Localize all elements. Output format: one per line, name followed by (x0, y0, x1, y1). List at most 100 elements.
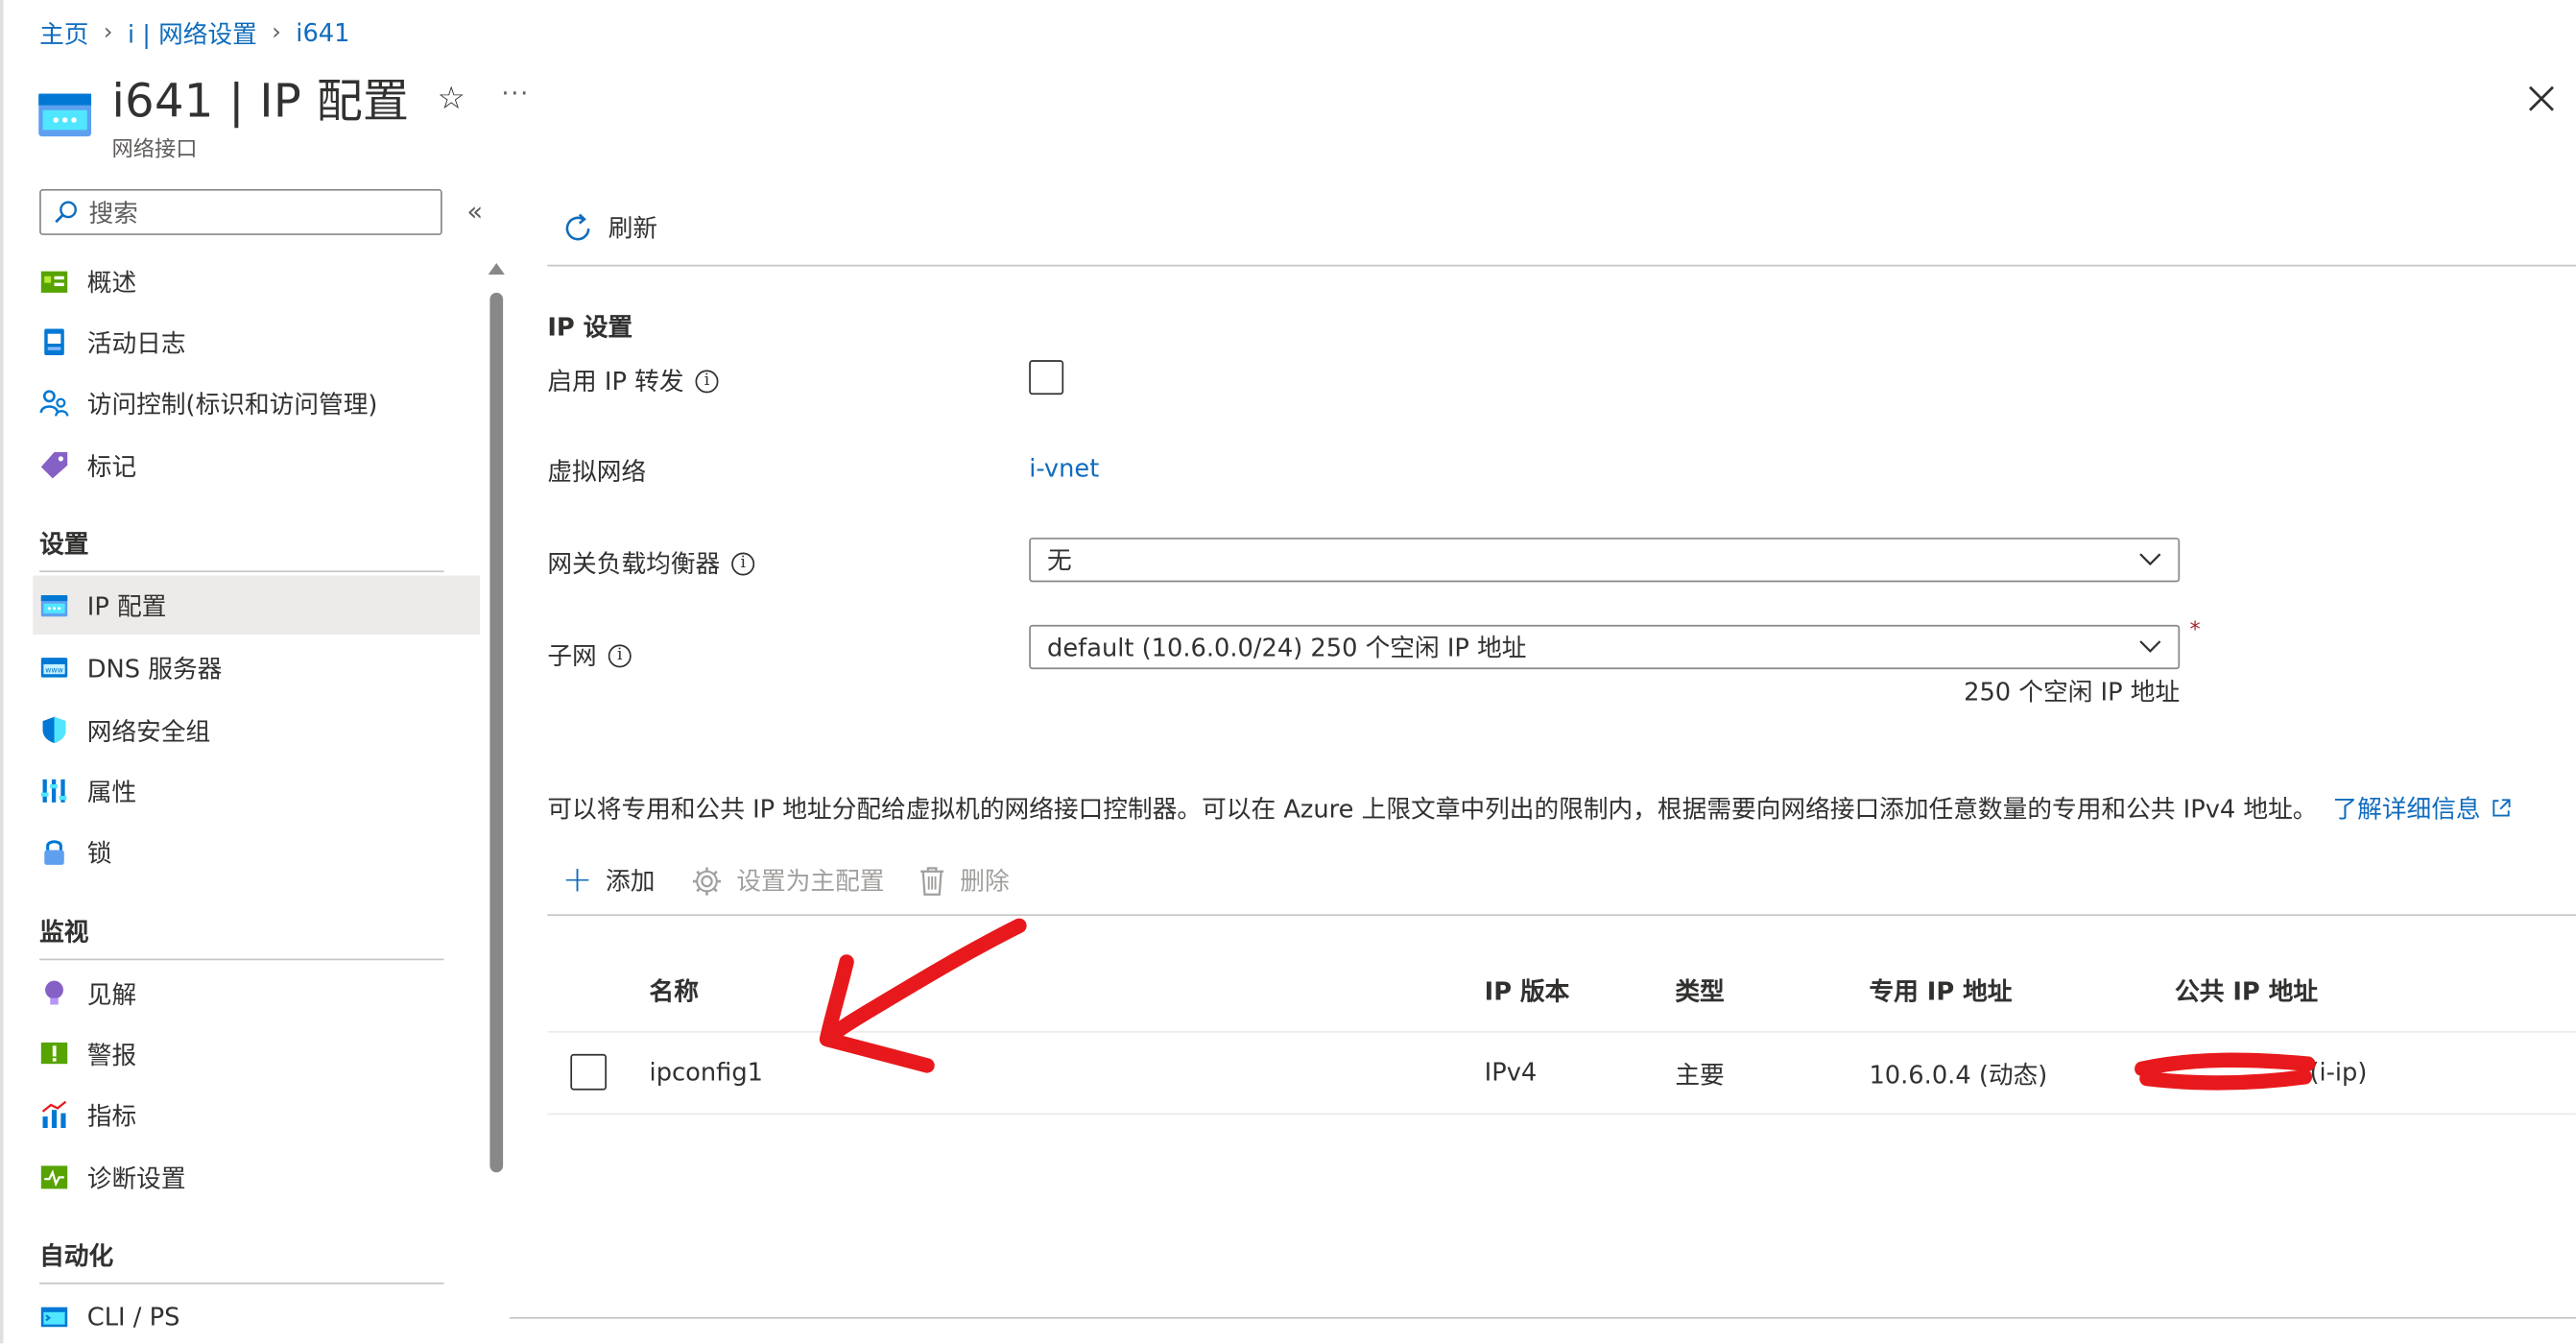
section-heading: IP 设置 (547, 312, 633, 343)
divider (547, 264, 2576, 267)
sidebar-item-iam[interactable]: 访问控制(标识和访问管理) (33, 373, 480, 433)
sidebar-section-automation: 自动化 (39, 1241, 114, 1271)
chevron-down-icon (2139, 553, 2161, 566)
sidebar-item-locks[interactable]: 锁 (33, 822, 480, 881)
ip-forwarding-checkbox[interactable] (1029, 360, 1064, 396)
subnet-label: 子网 i (547, 638, 632, 673)
activity-log-icon (44, 328, 64, 355)
sidebar-item-dns[interactable]: www DNS 服务器 (33, 638, 480, 698)
sidebar-item-alerts[interactable]: 警报 (33, 1024, 480, 1084)
sidebar-item-ip-config[interactable]: IP 配置 (33, 575, 481, 636)
subnet-value: default (10.6.0.0/24) 250 个空闲 IP 地址 (1047, 633, 1527, 663)
search-placeholder: 搜索 (88, 198, 138, 228)
sidebar-section-settings: 设置 (39, 529, 89, 560)
sidebar-item-label: 指标 (86, 1100, 137, 1131)
column-header-ip-version[interactable]: IP 版本 (1485, 973, 1570, 1008)
cli-icon (40, 1307, 68, 1328)
star-icon[interactable]: ☆ (438, 81, 465, 117)
delete-button[interactable]: 删除 (918, 863, 1010, 898)
row-checkbox[interactable] (570, 1053, 608, 1091)
scroll-up-arrow[interactable] (488, 263, 505, 276)
set-primary-button[interactable]: 设置为主配置 (690, 863, 885, 898)
alert-icon (40, 1042, 68, 1065)
sidebar-item-label: 标记 (86, 451, 137, 481)
info-icon[interactable]: i (695, 369, 719, 393)
gateway-lb-select[interactable]: 无 (1029, 538, 2181, 583)
ellipsis-icon[interactable]: ··· (501, 79, 530, 108)
sidebar-item-label: 活动日志 (86, 327, 186, 358)
divider (39, 958, 444, 961)
column-header-type[interactable]: 类型 (1675, 973, 1724, 1008)
chevron-down-icon (2139, 640, 2161, 653)
sidebar-item-label: DNS 服务器 (86, 653, 223, 684)
search-icon (55, 201, 77, 224)
subnet-select[interactable]: default (10.6.0.0/24) 250 个空闲 IP 地址 (1029, 624, 2181, 670)
divider (39, 570, 444, 573)
info-icon[interactable]: i (608, 643, 632, 667)
left-border (0, 0, 4, 1344)
divider (547, 1113, 2576, 1116)
shield-icon (42, 716, 66, 744)
sidebar-item-label: IP 配置 (86, 590, 167, 621)
breadcrumb-parent[interactable]: i | 网络设置 (128, 15, 257, 50)
label-text: 启用 IP 转发 (547, 366, 684, 396)
sidebar-item-label: 网络安全组 (86, 715, 211, 746)
sidebar-item-label: CLI / PS (86, 1302, 180, 1332)
external-link-icon (2493, 799, 2511, 817)
diagnostics-icon (40, 1165, 68, 1189)
sidebar-item-label: 概述 (86, 267, 137, 298)
search-input[interactable]: 搜索 (39, 188, 442, 235)
page-subtitle: 网络接口 (111, 137, 198, 163)
private-ip-cell: 10.6.0.4 (动态) (1869, 1060, 2048, 1091)
column-header-public-ip[interactable]: 公共 IP 地址 (2175, 973, 2318, 1008)
add-button[interactable]: + 添加 (561, 858, 656, 900)
sidebar-item-metrics[interactable]: 指标 (33, 1085, 480, 1144)
vnet-link[interactable]: i-vnet (1029, 454, 1099, 484)
sidebar-item-label: 诊断设置 (86, 1163, 186, 1193)
red-arrow-annotation (819, 918, 1027, 1073)
azure-portal-page: 主页 › i | 网络设置 › i641 i641 | IP 配置 网络接口 ☆… (0, 0, 2576, 1344)
sidebar-item-label: 警报 (86, 1040, 137, 1070)
divider (547, 1030, 2576, 1033)
sidebar-scrollbar-thumb[interactable] (489, 292, 504, 1173)
sidebar-item-cli[interactable]: CLI / PS (33, 1287, 480, 1344)
column-header-private-ip[interactable]: 专用 IP 地址 (1869, 973, 2012, 1008)
sidebar-item-properties[interactable]: 属性 (33, 761, 480, 821)
collapse-sidebar-button[interactable]: « (466, 196, 483, 228)
tag-icon (40, 452, 68, 479)
column-header-name[interactable]: 名称 (650, 973, 699, 1008)
metrics-icon (41, 1100, 67, 1128)
network-interface-icon (38, 93, 92, 137)
ip-config-icon (40, 595, 68, 617)
svg-text:www: www (45, 666, 63, 675)
trash-icon (920, 866, 944, 896)
sidebar-item-label: 见解 (86, 978, 137, 1009)
info-icon[interactable]: i (731, 551, 755, 575)
ipconfig-name-link[interactable]: ipconfig1 (650, 1057, 763, 1087)
sidebar-item-nsg[interactable]: 网络安全组 (33, 701, 480, 760)
label-text: 子网 (547, 640, 597, 671)
learn-more-label: 了解详细信息 (2332, 794, 2481, 825)
breadcrumb: 主页 › i | 网络设置 › i641 (39, 16, 349, 49)
sidebar-item-overview[interactable]: 概述 (33, 252, 480, 311)
sidebar-item-tags[interactable]: 标记 (33, 436, 480, 495)
refresh-button[interactable]: 刷新 (562, 210, 657, 245)
sidebar-item-insights[interactable]: 见解 (33, 964, 480, 1023)
sidebar-item-diagnostics[interactable]: 诊断设置 (33, 1148, 480, 1208)
close-icon[interactable] (2525, 83, 2558, 115)
refresh-label: 刷新 (608, 213, 658, 244)
chevron-right-icon: › (103, 19, 113, 46)
page-title: i641 | IP 配置 (111, 74, 410, 129)
sidebar-item-label: 锁 (86, 837, 112, 868)
gateway-lb-value: 无 (1047, 545, 1072, 576)
learn-more-link[interactable]: 了解详细信息 (2332, 791, 2512, 826)
plus-icon: + (561, 858, 593, 900)
sidebar-item-activity-log[interactable]: 活动日志 (33, 312, 480, 372)
public-ip-cell[interactable]: (i-ip) (2309, 1057, 2367, 1087)
description-text: 可以将专用和公共 IP 地址分配给虚拟机的网络接口控制器。可以在 Azure 上… (547, 794, 2318, 825)
breadcrumb-home[interactable]: 主页 (39, 15, 88, 50)
breadcrumb-current[interactable]: i641 (296, 18, 349, 48)
iam-icon (39, 390, 69, 417)
chevron-right-icon: › (272, 19, 281, 46)
properties-icon (40, 779, 67, 803)
